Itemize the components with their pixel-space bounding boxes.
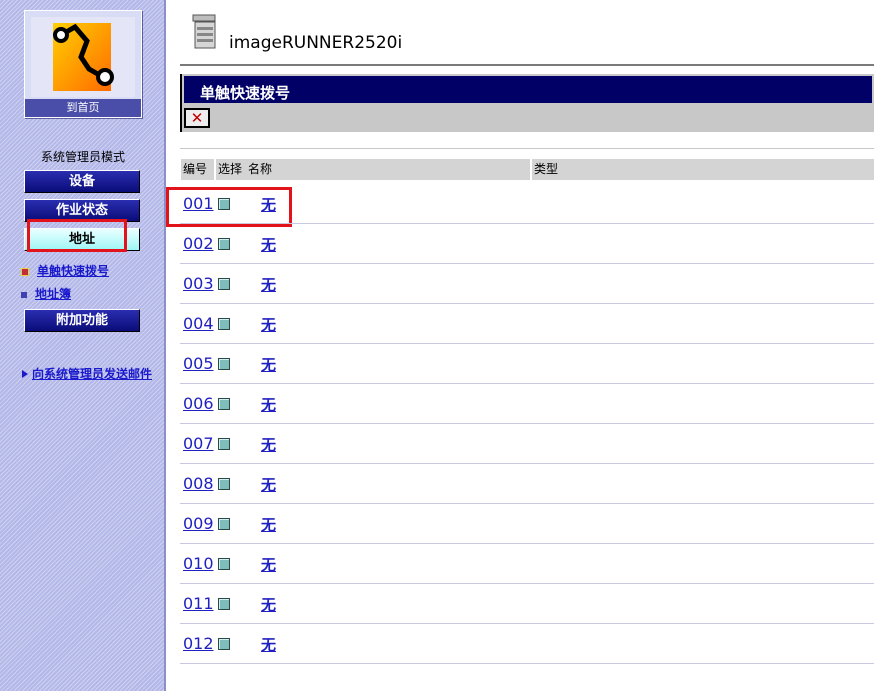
row-number-link[interactable]: 002	[183, 234, 214, 253]
table-row: 012 无	[180, 624, 874, 664]
table-row: 008 无	[180, 464, 874, 504]
bullet-icon	[21, 267, 29, 276]
row-number-link[interactable]: 006	[183, 394, 214, 413]
nav-extra-button[interactable]: 附加功能	[24, 309, 140, 332]
row-number-link[interactable]: 003	[183, 274, 214, 293]
row-number-link[interactable]: 007	[183, 434, 214, 453]
header-number: 编号	[181, 159, 214, 180]
row-name-link[interactable]: 无	[261, 194, 276, 215]
row-number-link[interactable]: 008	[183, 474, 214, 493]
mode-title: 系统管理员模式	[40, 150, 125, 164]
panel-title-band: 单触快速拨号	[182, 74, 874, 105]
table-row: 006 无	[180, 384, 874, 424]
select-checkbox[interactable]	[218, 518, 230, 530]
select-checkbox[interactable]	[218, 398, 230, 410]
row-name-link[interactable]: 无	[261, 314, 276, 335]
sub-link-address-book-label[interactable]: 地址簿	[35, 287, 71, 301]
table-row: 009 无	[180, 504, 874, 544]
panel-title: 单触快速拨号	[200, 84, 291, 102]
table-row: 007 无	[180, 424, 874, 464]
table-header: 编号 选择 名称 类型	[181, 159, 874, 180]
printer-icon	[192, 14, 216, 49]
table-row: 011 无	[180, 584, 874, 624]
row-name-link[interactable]: 无	[261, 434, 276, 455]
select-checkbox[interactable]	[218, 638, 230, 650]
send-mail-label[interactable]: 向系统管理员发送邮件	[32, 366, 152, 383]
row-number-link[interactable]: 005	[183, 354, 214, 373]
arrow-right-icon	[22, 370, 28, 378]
row-number-link[interactable]: 011	[183, 594, 214, 613]
header-name: 名称	[246, 159, 530, 180]
row-number-link[interactable]: 010	[183, 554, 214, 573]
row-name-link[interactable]: 无	[261, 354, 276, 375]
select-checkbox[interactable]	[218, 238, 230, 250]
table-row: 005 无	[180, 344, 874, 384]
table-row: 004 无	[180, 304, 874, 344]
select-checkbox[interactable]	[218, 478, 230, 490]
table-row: 003 无	[180, 264, 874, 304]
row-number-link[interactable]: 004	[183, 314, 214, 333]
row-number-link[interactable]: 012	[183, 634, 214, 653]
table-row: 010 无	[180, 544, 874, 584]
select-checkbox[interactable]	[218, 198, 230, 210]
select-checkbox[interactable]	[218, 278, 230, 290]
divider	[180, 64, 874, 66]
home-logo-icon	[31, 17, 135, 97]
row-number-link[interactable]: 001	[183, 194, 214, 213]
home-button[interactable]: 到首页	[24, 10, 142, 118]
header-select: 选择	[216, 159, 246, 180]
select-checkbox[interactable]	[218, 318, 230, 330]
row-name-link[interactable]: 无	[261, 474, 276, 495]
row-name-link[interactable]: 无	[261, 554, 276, 575]
close-icon: ✕	[190, 109, 204, 127]
sub-link-address-book[interactable]: 地址簿	[21, 285, 71, 302]
table-row: 002 无	[180, 224, 874, 264]
panel-header: 单触快速拨号	[180, 74, 874, 132]
header-type: 类型	[532, 159, 874, 180]
nav-job-status-button[interactable]: 作业状态	[24, 199, 140, 222]
row-name-link[interactable]: 无	[261, 234, 276, 255]
nav-address-button[interactable]: 地址	[24, 228, 140, 251]
select-checkbox[interactable]	[218, 438, 230, 450]
sidebar: 到首页 系统管理员模式 设备 作业状态 地址 单触快速拨号 地址簿 附加功能 向…	[0, 0, 166, 691]
row-name-link[interactable]: 无	[261, 274, 276, 295]
select-checkbox[interactable]	[218, 558, 230, 570]
row-name-link[interactable]: 无	[261, 634, 276, 655]
row-name-link[interactable]: 无	[261, 514, 276, 535]
select-checkbox[interactable]	[218, 598, 230, 610]
divider	[180, 148, 874, 149]
device-name: imageRUNNER2520i	[229, 33, 403, 53]
table-row: 001 无	[180, 184, 874, 224]
send-mail-link[interactable]: 向系统管理员发送邮件	[22, 366, 152, 383]
row-name-link[interactable]: 无	[261, 594, 276, 615]
sub-link-one-touch[interactable]: 单触快速拨号	[21, 262, 109, 279]
home-label[interactable]: 到首页	[25, 99, 141, 117]
row-number-link[interactable]: 009	[183, 514, 214, 533]
row-name-link[interactable]: 无	[261, 394, 276, 415]
close-button[interactable]: ✕	[184, 108, 210, 128]
bullet-icon	[21, 291, 27, 298]
sub-link-one-touch-label[interactable]: 单触快速拨号	[37, 264, 109, 278]
select-checkbox[interactable]	[218, 358, 230, 370]
nav-device-button[interactable]: 设备	[24, 170, 140, 193]
